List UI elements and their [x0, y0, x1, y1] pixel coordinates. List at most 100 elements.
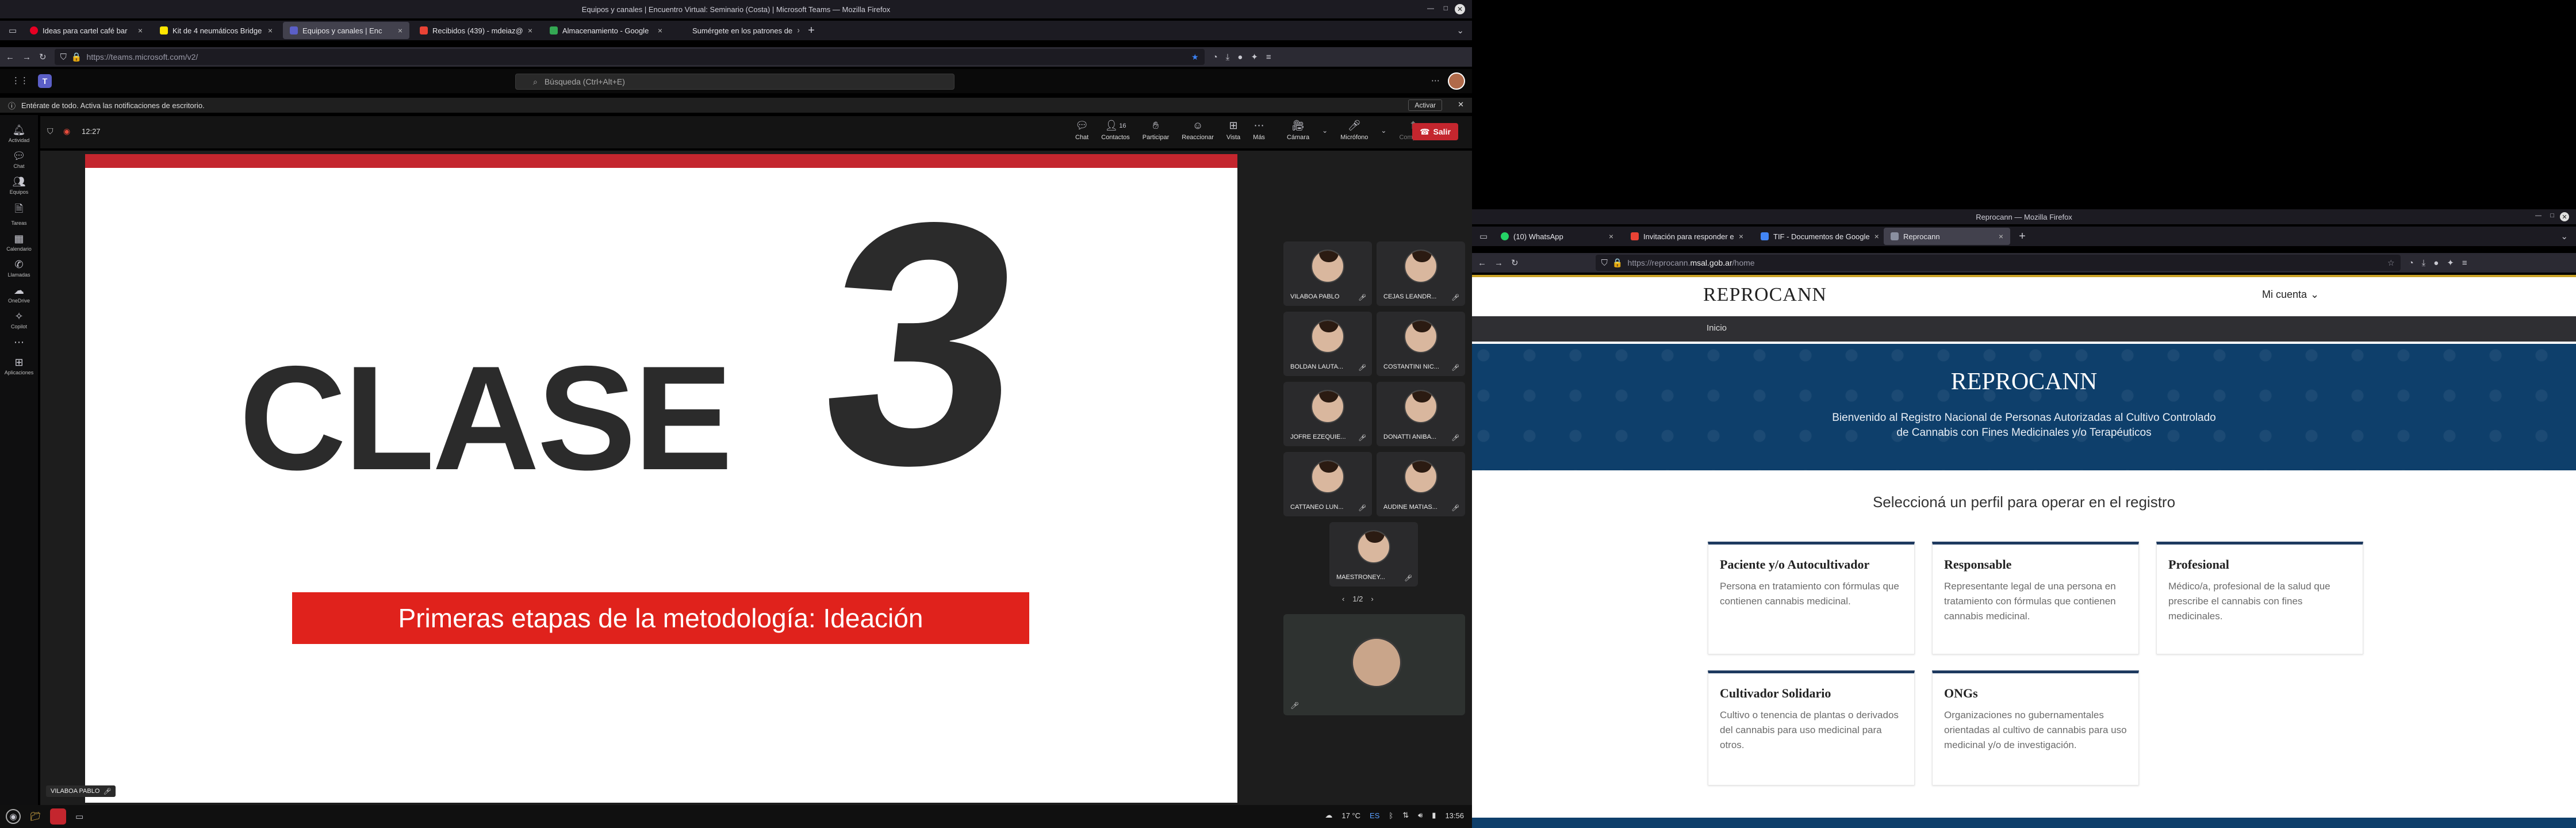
- account-menu[interactable]: Mi cuenta ⌄: [2262, 289, 2319, 301]
- tab-neumaticos[interactable]: Kit de 4 neumáticos Bridge ×: [153, 22, 279, 39]
- weather-icon[interactable]: ☁: [1325, 811, 1332, 820]
- close-tab-icon[interactable]: ×: [1874, 232, 1879, 241]
- file-manager-icon[interactable]: 📁︎: [30, 811, 41, 822]
- account-icon[interactable]: ●: [1237, 52, 1243, 62]
- url-text[interactable]: https://teams.microsoft.com/v2/: [87, 52, 198, 62]
- maximize-icon[interactable]: □: [1444, 4, 1448, 12]
- self-video-tile[interactable]: 🎤︎: [1283, 614, 1465, 715]
- profile-card-profesional[interactable]: Profesional Médico/a, profesional de la …: [2156, 542, 2363, 654]
- tab-invitacion[interactable]: Invitación para responder e ×: [1624, 228, 1750, 245]
- url-text[interactable]: https://reprocann.msal.gob.ar/home: [1628, 258, 1755, 267]
- clock[interactable]: 13:56: [1445, 811, 1464, 820]
- profile-card-ongs[interactable]: ONGs Organizaciones no gubernamentales o…: [1932, 670, 2139, 785]
- start-menu-icon[interactable]: ◉: [6, 809, 21, 824]
- close-tab-icon[interactable]: ×: [1739, 232, 1743, 241]
- view-button[interactable]: ⊞ Vista: [1226, 120, 1240, 141]
- left-url-bar[interactable]: ⛉ 🔒 https://teams.microsoft.com/v2/ ★: [54, 49, 1205, 65]
- app-grid-icon[interactable]: ⋮⋮: [12, 75, 29, 86]
- bookmark-star-icon[interactable]: ★: [1191, 52, 1199, 62]
- close-tab-icon[interactable]: ×: [398, 26, 402, 35]
- downloads-icon[interactable]: ⤓: [2422, 258, 2426, 268]
- weather-text[interactable]: 17 °C: [1341, 811, 1360, 820]
- profile-card-responsable[interactable]: Responsable Representante legal de una p…: [1932, 542, 2139, 654]
- participant-tile[interactable]: MAESTRONEY... 🎤︎: [1329, 522, 1418, 586]
- tab-tif[interactable]: TIF - Documentos de Google ×: [1754, 228, 1880, 245]
- tab-overflow-icon[interactable]: ⌄: [1456, 25, 1464, 36]
- shield-icon[interactable]: ⛉: [60, 52, 67, 62]
- volume-icon[interactable]: 🔊︎: [1418, 811, 1423, 820]
- mic-options-chevron-icon[interactable]: ⌄: [1381, 120, 1386, 141]
- rail-chat[interactable]: 💬︎ Chat: [0, 150, 38, 169]
- mic-button[interactable]: 🎤︎ Micrófono: [1340, 120, 1368, 141]
- participant-tile[interactable]: JOFRE EZEQUIE... 🎤︎: [1283, 382, 1372, 446]
- close-window-icon[interactable]: ✕: [2560, 212, 2569, 221]
- network-icon[interactable]: ⇅: [1402, 811, 1409, 820]
- participant-tile[interactable]: COSTANTINI NIC... 🎤︎: [1377, 312, 1465, 376]
- tab-list-icon[interactable]: ▭: [6, 25, 20, 36]
- extensions-icon[interactable]: ✦: [2447, 258, 2454, 268]
- rail-actividad[interactable]: 🔔︎ Actividad: [0, 124, 38, 143]
- tab-list-icon[interactable]: ▭: [1477, 231, 1490, 241]
- bookmark-star-icon[interactable]: ☆: [2387, 258, 2395, 268]
- tab-overflow-icon[interactable]: ⌄: [2560, 231, 2568, 241]
- downloads-icon[interactable]: ⤓: [1226, 52, 1230, 62]
- close-tab-icon[interactable]: ×: [658, 26, 662, 35]
- participant-tile[interactable]: CATTANEO LUN... 🎤︎: [1283, 452, 1372, 516]
- profile-card-paciente[interactable]: Paciente y/o Autocultivador Persona en t…: [1708, 542, 1915, 654]
- back-icon[interactable]: ←: [6, 52, 14, 62]
- tab-teams[interactable]: Equipos y canales | Enc ×: [283, 22, 409, 39]
- camera-button[interactable]: 🎥︎ Cámara: [1287, 120, 1309, 141]
- tab-drive[interactable]: Almacenamiento - Google ×: [543, 22, 669, 39]
- rail-tareas[interactable]: 🗎 Tareas: [0, 202, 38, 226]
- rail-equipos[interactable]: 👥︎ Equipos: [0, 176, 38, 195]
- nav-inicio-link[interactable]: Inicio: [1707, 323, 1727, 333]
- forward-icon[interactable]: →: [1494, 258, 1503, 268]
- back-icon[interactable]: ←: [1478, 258, 1486, 268]
- rail-onedrive[interactable]: ☁ OneDrive: [0, 285, 38, 304]
- close-tab-icon[interactable]: ×: [138, 26, 143, 35]
- prev-page-icon[interactable]: ‹: [1342, 595, 1344, 603]
- terminal-icon[interactable]: ▭: [75, 811, 83, 822]
- close-tab-icon[interactable]: ×: [1609, 232, 1613, 241]
- new-tab-icon[interactable]: +: [2014, 230, 2031, 243]
- rail-calendario[interactable]: ▦ Calendario: [0, 233, 38, 252]
- participant-tile[interactable]: BOLDAN LAUTA... 🎤︎: [1283, 312, 1372, 376]
- tab-whatsapp[interactable]: (10) WhatsApp ×: [1494, 228, 1620, 245]
- react-button[interactable]: ☺ Reaccionar: [1182, 120, 1214, 141]
- rail-copilot[interactable]: ✧ Copilot: [0, 310, 38, 329]
- rail-more[interactable]: ⋯: [0, 336, 38, 350]
- tab-sumergete[interactable]: Sumérgete en los patrones de×: [673, 22, 799, 39]
- close-notification-icon[interactable]: ✕: [1458, 100, 1464, 109]
- profile-card-cultivador-solidario[interactable]: Cultivador Solidario Cultivo o tenencia …: [1708, 670, 1915, 785]
- right-url-bar[interactable]: ⛉ 🔒 https://reprocann.msal.gob.ar/home ☆: [1595, 255, 2401, 271]
- contacts-button[interactable]: 👤︎ 16 Contactos: [1101, 120, 1130, 141]
- menu-icon[interactable]: ≡: [2462, 258, 2467, 268]
- reload-icon[interactable]: ↻: [1511, 258, 1519, 268]
- firefox-taskbar-icon[interactable]: [50, 808, 67, 825]
- tab-reprocann[interactable]: Reprocann ×: [1884, 228, 2010, 245]
- new-tab-icon[interactable]: +: [803, 24, 820, 37]
- teams-search-input[interactable]: ⌕ Búsqueda (Ctrl+Alt+E): [515, 74, 954, 90]
- extensions-icon[interactable]: ✦: [1251, 52, 1258, 62]
- site-logo[interactable]: REPROCANN: [1703, 284, 1827, 306]
- maximize-icon[interactable]: □: [2550, 212, 2554, 219]
- menu-icon[interactable]: ≡: [1266, 52, 1271, 62]
- more-button[interactable]: ⋯ Más: [1253, 120, 1265, 141]
- rail-aplicaciones[interactable]: ⊞ Aplicaciones: [0, 356, 38, 375]
- leave-button[interactable]: ☎ Salir: [1412, 123, 1458, 140]
- close-tab-icon[interactable]: ×: [1999, 232, 2003, 241]
- camera-options-chevron-icon[interactable]: ⌄: [1322, 120, 1328, 141]
- account-icon[interactable]: ●: [2433, 258, 2439, 268]
- pocket-icon[interactable]: ◔: [2409, 258, 2414, 268]
- close-tab-icon[interactable]: ×: [528, 26, 532, 35]
- next-page-icon[interactable]: ›: [1371, 595, 1373, 603]
- user-avatar[interactable]: [1448, 72, 1465, 90]
- minimize-icon[interactable]: —: [2535, 212, 2542, 219]
- participant-tile[interactable]: VILABOA PABLO 🎤︎: [1283, 241, 1372, 306]
- rail-llamadas[interactable]: ✆ Llamadas: [0, 259, 38, 278]
- forward-icon[interactable]: →: [22, 52, 31, 62]
- close-tab-icon[interactable]: ×: [268, 26, 273, 35]
- chat-button[interactable]: 💬︎ Chat: [1075, 120, 1088, 141]
- raise-hand-button[interactable]: ✋︎ Participar: [1143, 120, 1169, 141]
- activate-notifications-button[interactable]: Activar: [1408, 99, 1442, 111]
